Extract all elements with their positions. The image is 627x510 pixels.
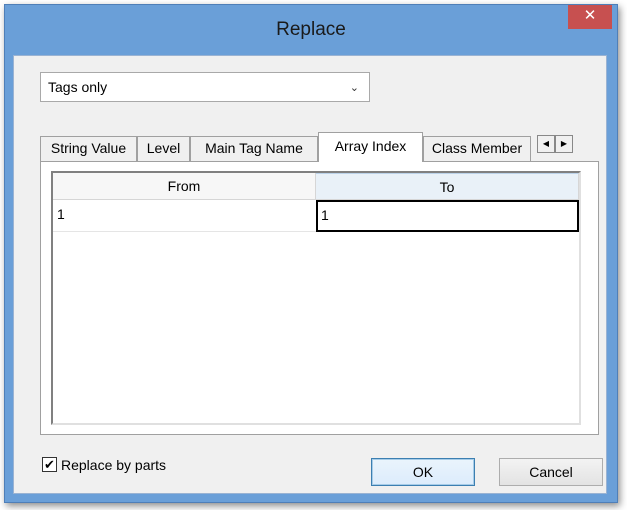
- close-icon: ✕: [583, 7, 597, 24]
- replace-dialog: Replace ✕ Tags only ⌄ String Value Level…: [4, 4, 618, 503]
- tab-level[interactable]: Level: [137, 136, 190, 161]
- tab-scroll-right-button[interactable]: ▶: [555, 135, 573, 153]
- close-button[interactable]: ✕: [568, 5, 612, 29]
- tab-string-value[interactable]: String Value: [40, 136, 137, 161]
- cell-to[interactable]: 1: [316, 200, 579, 232]
- tab-label: Level: [146, 140, 181, 156]
- scope-dropdown[interactable]: Tags only ⌄: [40, 72, 370, 102]
- tab-scroll-left-button[interactable]: ◀: [537, 135, 555, 153]
- ok-button[interactable]: OK: [371, 458, 475, 486]
- arrow-left-icon: ◀: [542, 139, 550, 148]
- replace-by-parts-label: Replace by parts: [61, 457, 167, 473]
- tab-label: Main Tag Name: [205, 140, 303, 156]
- cancel-button[interactable]: Cancel: [499, 458, 603, 486]
- checkmark-icon: ✔: [44, 457, 55, 472]
- replace-by-parts-checkbox[interactable]: ✔: [42, 457, 57, 472]
- tab-panel-array-index: From To 1 1: [40, 161, 599, 435]
- tab-label: String Value: [50, 140, 127, 156]
- tab-class-member[interactable]: Class Member: [423, 136, 531, 161]
- dialog-title: Replace: [276, 19, 346, 40]
- column-header-to[interactable]: To: [316, 173, 579, 200]
- tab-label: Class Member: [431, 140, 523, 156]
- tab-strip: String Value Level Main Tag Name Array I…: [40, 132, 600, 162]
- arrow-right-icon: ▶: [560, 139, 568, 148]
- tab-label: Array Index: [334, 138, 407, 154]
- scope-dropdown-value: Tags only: [48, 79, 108, 95]
- dialog-body: Tags only ⌄ String Value Level Main Tag …: [13, 55, 607, 494]
- title-bar[interactable]: Replace ✕: [5, 5, 617, 55]
- chevron-down-icon: ⌄: [349, 82, 359, 94]
- cell-from[interactable]: 1: [53, 200, 316, 232]
- tab-array-index[interactable]: Array Index: [318, 132, 423, 162]
- column-header-from[interactable]: From: [53, 173, 316, 200]
- replace-grid: From To 1 1: [51, 171, 581, 425]
- tab-main-tag-name[interactable]: Main Tag Name: [190, 136, 318, 161]
